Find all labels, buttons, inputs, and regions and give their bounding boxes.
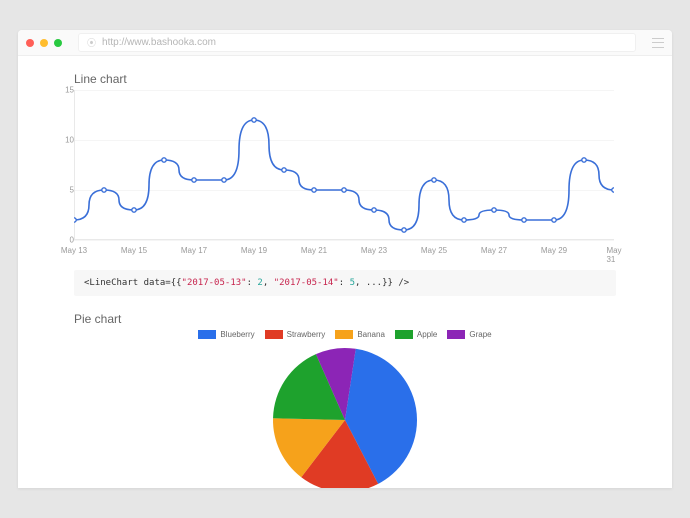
legend-swatch — [198, 330, 216, 339]
x-tick: May 21 — [301, 246, 327, 255]
legend-item: Banana — [335, 330, 385, 339]
legend-item: Strawberry — [265, 330, 326, 339]
legend-label: Banana — [357, 330, 385, 339]
x-tick: May 13 — [61, 246, 87, 255]
browser-frame: ⦿ http://www.bashooka.com Line chart 051… — [18, 30, 672, 488]
page-content: Line chart 051015 May 13May 15May 17May … — [18, 56, 672, 488]
minimize-icon[interactable] — [40, 39, 48, 47]
x-tick: May 25 — [421, 246, 447, 255]
x-tick: May 27 — [481, 246, 507, 255]
browser-titlebar: ⦿ http://www.bashooka.com — [18, 30, 672, 56]
legend-item: Blueberry — [198, 330, 254, 339]
x-tick: May 17 — [181, 246, 207, 255]
legend-label: Grape — [469, 330, 491, 339]
legend-swatch — [447, 330, 465, 339]
legend-item: Grape — [447, 330, 491, 339]
legend-label: Apple — [417, 330, 437, 339]
pie-chart-title: Pie chart — [74, 312, 616, 326]
y-tick: 10 — [65, 136, 74, 145]
line-chart: 051015 May 13May 15May 17May 19May 21May… — [74, 90, 614, 260]
hamburger-icon[interactable] — [652, 38, 664, 48]
legend-item: Apple — [395, 330, 437, 339]
globe-icon: ⦿ — [87, 36, 96, 49]
code-snippet: <LineChart data={{"2017-05-13": 2, "2017… — [74, 270, 616, 296]
pie-legend: Blueberry Strawberry Banana Apple Grape — [74, 330, 616, 339]
legend-swatch — [265, 330, 283, 339]
x-tick: May 23 — [361, 246, 387, 255]
line-chart-title: Line chart — [74, 72, 616, 86]
legend-swatch — [335, 330, 353, 339]
maximize-icon[interactable] — [54, 39, 62, 47]
legend-swatch — [395, 330, 413, 339]
x-tick: May 31 — [606, 246, 621, 264]
close-icon[interactable] — [26, 39, 34, 47]
legend-label: Blueberry — [220, 330, 254, 339]
y-tick: 15 — [65, 86, 74, 95]
pie-chart — [270, 345, 420, 488]
x-tick: May 29 — [541, 246, 567, 255]
url-text: http://www.bashooka.com — [102, 37, 216, 48]
x-tick: May 15 — [121, 246, 147, 255]
x-tick: May 19 — [241, 246, 267, 255]
url-bar[interactable]: ⦿ http://www.bashooka.com — [78, 33, 636, 52]
legend-label: Strawberry — [287, 330, 326, 339]
